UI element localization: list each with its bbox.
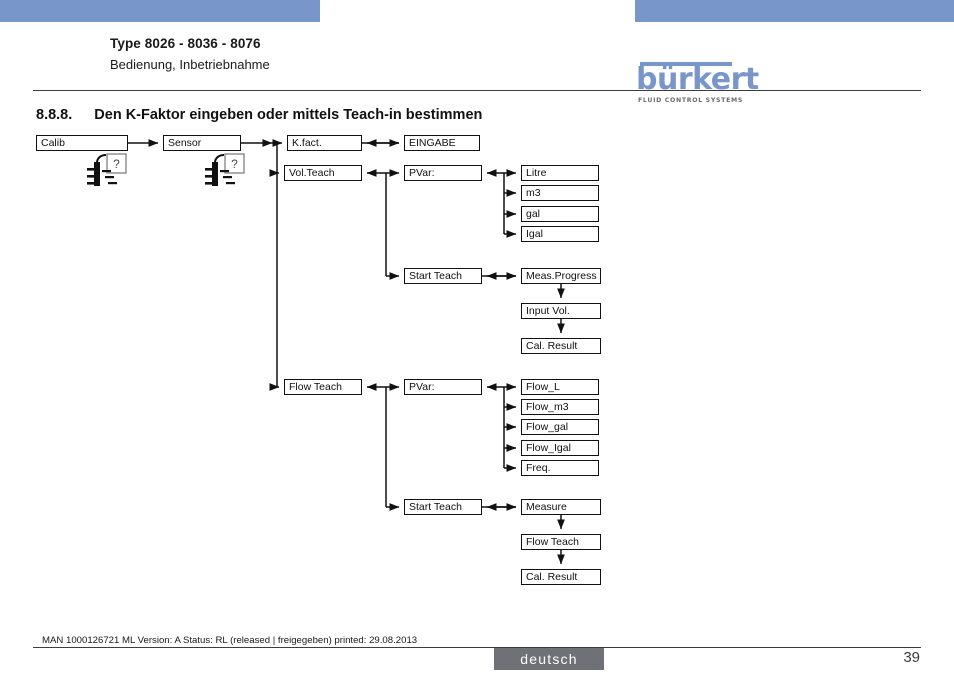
language-badge: deutsch (494, 648, 604, 670)
logo-tagline: FLUID CONTROL SYSTEMS (638, 97, 744, 104)
diagram-node-startteach_f[interactable]: Start Teach (404, 499, 482, 515)
diagram-node-label: Flow Teach (289, 380, 342, 393)
diagram-node-label: Flow_L (526, 380, 560, 393)
diagram-node-flowteach[interactable]: Flow Teach (284, 379, 362, 395)
document-subtitle: Bedienung, Inbetriebnahme (110, 57, 270, 72)
diagram-node-label: Flow Teach (526, 535, 579, 548)
top-accent-bar-right (635, 0, 954, 22)
svg-text:?: ? (113, 157, 120, 171)
diagram-connectors (128, 139, 565, 565)
page-header: Type 8026 - 8036 - 8076 Bedienung, Inbet… (0, 22, 954, 104)
diagram-node-freq[interactable]: Freq. (521, 460, 599, 476)
diagram-node-label: Input Vol. (526, 304, 570, 317)
diagram-node-label: gal (526, 207, 541, 220)
diagram-node-calib[interactable]: Calib (36, 135, 128, 151)
page-title: 8.8.8. Den K-Faktor eingeben oder mittels… (36, 107, 482, 123)
top-accent-bar-left (0, 0, 320, 22)
diagram-node-label: Sensor (168, 136, 202, 149)
diagram-node-eingabe[interactable]: EINGABE (404, 135, 480, 151)
diagram-node-label: Meas.Progress (526, 269, 597, 282)
page-number: 39 (903, 649, 920, 666)
diagram-node-label: PVar: (409, 380, 435, 393)
burkert-logo: bürkert FLUID CONTROL SYSTEMS (636, 62, 759, 108)
diagram-node-flow_m3[interactable]: Flow_m3 (521, 399, 599, 415)
diagram-node-label: K.fact. (292, 136, 322, 149)
diagram-node-startteach_v[interactable]: Start Teach (404, 268, 482, 284)
diagram-node-kfact[interactable]: K.fact. (287, 135, 362, 151)
diagram-node-igal[interactable]: Igal (521, 226, 599, 242)
diagram-node-flow_gal[interactable]: Flow_gal (521, 419, 599, 435)
diagram-node-measprogress[interactable]: Meas.Progress (521, 268, 601, 284)
svg-text:?: ? (231, 157, 238, 171)
diagram-node-flow_igal[interactable]: Flow_Igal (521, 440, 599, 456)
diagram-node-label: Igal (526, 227, 543, 240)
diagram-node-gal[interactable]: gal (521, 206, 599, 222)
diagram-node-label: PVar: (409, 166, 435, 179)
diagram-node-label: Measure (526, 500, 567, 513)
diagram-node-label: Flow_Igal (526, 441, 571, 454)
menu-flow-diagram: Calib Sensor K.fact. EINGABE Vol.Teach PVar: L… (0, 0, 954, 673)
diagram-node-label: EINGABE (409, 136, 456, 149)
diagram-node-label: Start Teach (409, 269, 462, 282)
diagram-node-calresult_v[interactable]: Cal. Result (521, 338, 601, 354)
diagram-node-litre[interactable]: Litre (521, 165, 599, 181)
diagram-node-label: Cal. Result (526, 339, 578, 352)
diagram-node-pvar_vol[interactable]: PVar: (404, 165, 482, 181)
diagram-node-label: m3 (526, 186, 541, 199)
header-titles: Type 8026 - 8036 - 8076 Bedienung, Inbet… (110, 36, 270, 72)
header-divider (33, 90, 921, 91)
document-type-line: Type 8026 - 8036 - 8076 (110, 36, 261, 51)
footer-divider (33, 647, 921, 648)
diagram-node-flowteach2[interactable]: Flow Teach (521, 534, 601, 550)
diagram-node-label: Flow_gal (526, 420, 569, 433)
diagram-node-volteach[interactable]: Vol.Teach (284, 165, 362, 181)
section-title: Den K-Faktor eingeben oder mittels Teach… (94, 107, 483, 123)
diagram-node-label: Calib (41, 136, 65, 149)
diagram-node-sensor[interactable]: Sensor (163, 135, 241, 151)
diagram-node-label: Start Teach (409, 500, 462, 513)
diagram-node-pvar_flow[interactable]: PVar: (404, 379, 482, 395)
diagram-node-m3[interactable]: m3 (521, 185, 599, 201)
diagram-node-calresult_f[interactable]: Cal. Result (521, 569, 601, 585)
diagram-node-label: Litre (526, 166, 547, 179)
diagram-node-label: Flow_m3 (526, 400, 569, 413)
footer-metadata: MAN 1000126721 ML Version: A Status: RL … (42, 635, 418, 646)
diagram-node-label: Freq. (526, 461, 551, 474)
diagram-node-label: Vol.Teach (289, 166, 335, 179)
diagram-node-label: Cal. Result (526, 570, 578, 583)
diagram-node-measure[interactable]: Measure (521, 499, 601, 515)
section-number: 8.8.8. (36, 107, 73, 123)
diagram-node-inputvol[interactable]: Input Vol. (521, 303, 601, 319)
diagram-node-flow_l[interactable]: Flow_L (521, 379, 599, 395)
